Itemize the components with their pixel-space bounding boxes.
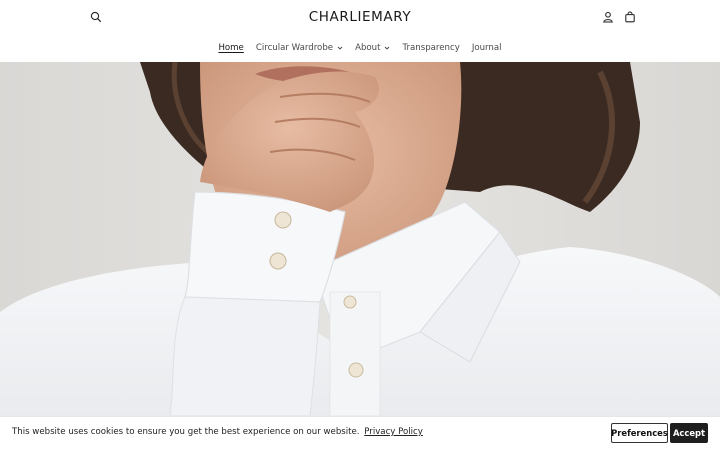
nav-item-circular-wardrobe[interactable]: Circular Wardrobe	[250, 43, 349, 53]
account-button[interactable]	[598, 7, 618, 27]
nav-item-label: Transparency	[402, 43, 460, 53]
hero-image	[0, 62, 720, 416]
chevron-down-icon	[337, 46, 343, 50]
nav-item-label: Journal	[471, 43, 502, 53]
chevron-down-icon	[385, 46, 390, 50]
nav-item-label: Circular Wardrobe	[255, 43, 334, 53]
nav-item-label: About	[355, 43, 381, 53]
hero-banner	[0, 62, 720, 416]
cookie-message: This website uses cookies to ensure you …	[12, 427, 423, 437]
main-navigation: Home Circular Wardrobe About Transparenc…	[0, 43, 720, 53]
nav-item-transparency[interactable]: Transparency	[396, 43, 465, 53]
accept-button[interactable]: Accept	[670, 423, 708, 443]
nav-item-journal[interactable]: Journal	[466, 43, 508, 53]
nav-item-home[interactable]: Home	[212, 43, 249, 53]
user-icon	[603, 11, 613, 23]
privacy-policy-link[interactable]: Privacy Policy	[364, 427, 423, 437]
shopping-bag-icon	[625, 11, 635, 23]
site-header: CHARLIEMARY Home Circular Wardrobe About…	[0, 0, 720, 62]
nav-item-about[interactable]: About	[349, 43, 396, 53]
cookie-text: This website uses cookies to ensure you …	[12, 427, 360, 437]
nav-item-label: Home	[218, 43, 244, 53]
preferences-button[interactable]: Preferences	[611, 423, 668, 443]
cart-button[interactable]	[620, 7, 640, 27]
